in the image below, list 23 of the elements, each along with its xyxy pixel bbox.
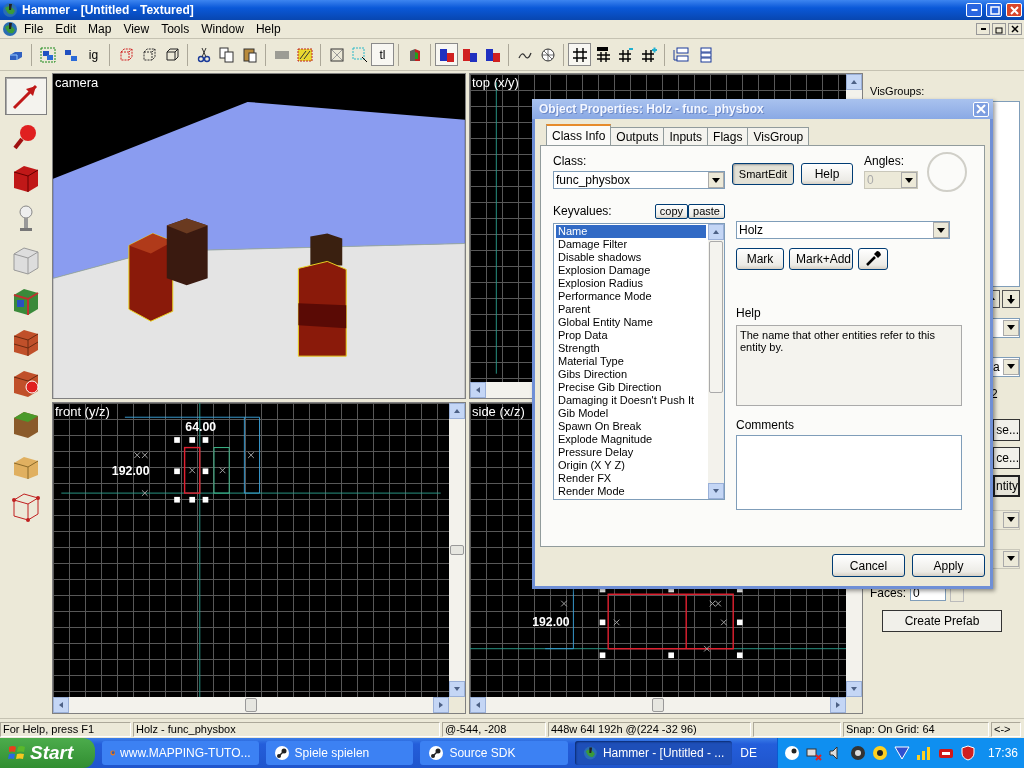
dimension-label: 64.00: [185, 420, 217, 435]
clock: 17:36: [988, 746, 1018, 760]
field-label: VisGroups:: [870, 85, 926, 97]
field-label: Angles:: [864, 154, 906, 168]
dialog-title: Object Properties: Holz - func_physbox: [539, 102, 765, 116]
field-label: Help: [736, 306, 762, 320]
field-label: Class:: [553, 154, 588, 168]
viewport-label: side (x/z): [472, 404, 525, 419]
viewport-label: camera: [55, 75, 99, 90]
field-label: Keyvalues:: [553, 204, 613, 218]
status-text: Holz - func_physbox: [133, 721, 440, 737]
status-text: <->: [991, 721, 1021, 737]
field-label: Comments: [736, 418, 795, 432]
viewport-label: top (x/y): [472, 75, 519, 90]
status-text: 448w 64l 192h @(224 -32 96): [548, 721, 751, 737]
dimension-label: 192.00: [532, 615, 570, 630]
help-text: The name that other entities refer to this entity by.: [736, 325, 962, 406]
status-text: @-544, -208: [442, 721, 546, 737]
window-title: Hammer - [Untitled - Textured]: [22, 3, 195, 17]
status-text: Snap: On Grid: 64: [843, 721, 989, 737]
dimension-label: 192.00: [111, 464, 150, 479]
status-text: For Help, press F1: [0, 721, 131, 737]
viewport-label: front (y/z): [55, 404, 110, 419]
